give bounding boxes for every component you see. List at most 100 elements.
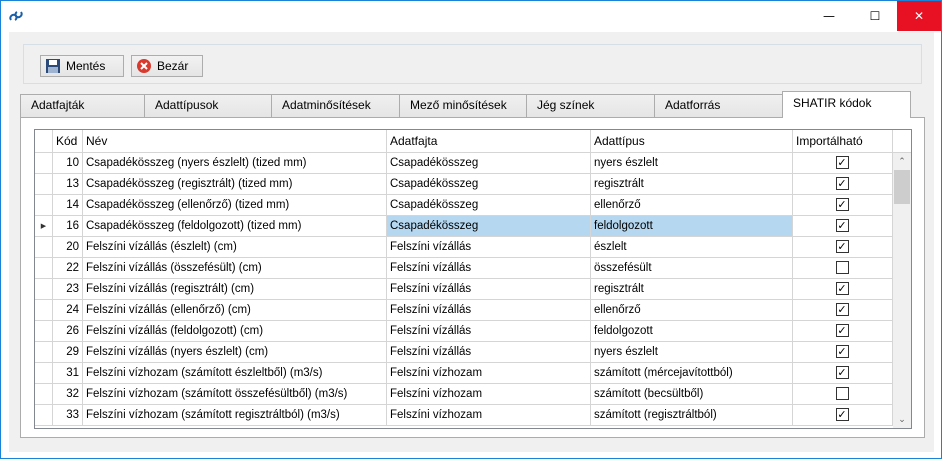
cell-nev[interactable]: Felszíni vízállás (észlelt) (cm) xyxy=(83,237,387,258)
cell-nev[interactable]: Felszíni vízállás (ellenőrző) (cm) xyxy=(83,300,387,321)
cell-adattipus[interactable]: számított (regisztráltból) xyxy=(591,405,793,426)
importalhato-checkbox[interactable] xyxy=(835,387,849,400)
tab-adatfajtak[interactable]: Adatfajták xyxy=(20,94,145,117)
cell-kod[interactable]: 14 xyxy=(53,195,83,216)
cell-adatfajta[interactable]: Csapadékösszeg xyxy=(387,174,591,195)
column-header-nev[interactable]: Név xyxy=(83,130,387,153)
table-row[interactable]: 31 Felszíni vízhozam (számított észleltbő… xyxy=(35,363,893,384)
cell-adatfajta[interactable]: Felszíni vízállás xyxy=(387,279,591,300)
importalhato-checkbox[interactable]: ✓ xyxy=(835,324,849,337)
cell-adatfajta[interactable]: Felszíni vízállás xyxy=(387,258,591,279)
cell-adattipus[interactable]: számított (becsültből) xyxy=(591,384,793,405)
tab-jeg-szinek[interactable]: Jég színek xyxy=(526,94,655,117)
row-header[interactable] xyxy=(35,342,53,363)
tab-adatminositesek[interactable]: Adatminősítések xyxy=(271,94,400,117)
cell-nev[interactable]: Csapadékösszeg (nyers észlelt) (tized mm… xyxy=(83,153,387,174)
cell-adatfajta[interactable]: Felszíni vízállás xyxy=(387,342,591,363)
table-row[interactable]: 33 Felszíni vízhozam (számított regisztrá… xyxy=(35,405,893,426)
row-header[interactable] xyxy=(35,363,53,384)
cell-adattipus[interactable]: észlelt xyxy=(591,237,793,258)
cell-adattipus[interactable]: ellenőrző xyxy=(591,195,793,216)
maximize-button[interactable]: ☐ xyxy=(852,1,898,31)
column-header-adattipus[interactable]: Adattípus xyxy=(591,130,793,153)
cell-adattipus[interactable]: nyers észlelt xyxy=(591,153,793,174)
cell-kod[interactable]: 24 xyxy=(53,300,83,321)
cell-adatfajta[interactable]: Csapadékösszeg xyxy=(387,195,591,216)
cell-kod[interactable]: 20 xyxy=(53,237,83,258)
table-row[interactable]: ▶ 16 Csapadékösszeg (feldolgozott) (tized … xyxy=(35,216,893,237)
importalhato-checkbox[interactable]: ✓ xyxy=(835,303,849,316)
cell-adatfajta[interactable]: Csapadékösszeg xyxy=(387,216,591,237)
importalhato-checkbox[interactable]: ✓ xyxy=(835,198,849,211)
table-row[interactable]: 26 Felszíni vízállás (feldolgozott) (cm) F… xyxy=(35,321,893,342)
importalhato-checkbox[interactable]: ✓ xyxy=(835,177,849,190)
cell-nev[interactable]: Felszíni vízállás (feldolgozott) (cm) xyxy=(83,321,387,342)
tab-shatir-kodok[interactable]: SHATIR kódok xyxy=(782,91,911,118)
vertical-scrollbar[interactable]: ⌃ ⌄ xyxy=(893,153,911,428)
column-header-kod[interactable]: Kód xyxy=(53,130,83,153)
cell-kod[interactable]: 22 xyxy=(53,258,83,279)
cell-kod[interactable]: 26 xyxy=(53,321,83,342)
importalhato-checkbox[interactable]: ✓ xyxy=(835,156,849,169)
cell-adatfajta[interactable]: Felszíni vízhozam xyxy=(387,363,591,384)
importalhato-checkbox[interactable]: ✓ xyxy=(835,408,849,421)
close-window-button[interactable]: ✕ xyxy=(897,1,941,31)
importalhato-checkbox[interactable]: ✓ xyxy=(835,366,849,379)
minimize-button[interactable]: — xyxy=(806,1,852,31)
cell-nev[interactable]: Csapadékösszeg (regisztrált) (tized mm) xyxy=(83,174,387,195)
table-row[interactable]: 20 Felszíni vízállás (észlelt) (cm) Felszí… xyxy=(35,237,893,258)
cell-adattipus[interactable]: feldolgozott xyxy=(591,321,793,342)
save-button[interactable]: Mentés xyxy=(40,55,124,77)
row-header[interactable] xyxy=(35,195,53,216)
cell-adattipus[interactable]: regisztrált xyxy=(591,174,793,195)
cell-kod[interactable]: 13 xyxy=(53,174,83,195)
cell-nev[interactable]: Felszíni vízállás (regisztrált) (cm) xyxy=(83,279,387,300)
row-header[interactable] xyxy=(35,321,53,342)
row-header[interactable] xyxy=(35,405,53,426)
tab-adatforras[interactable]: Adatforrás xyxy=(654,94,783,117)
cell-nev[interactable]: Csapadékösszeg (feldolgozott) (tized mm) xyxy=(83,216,387,237)
column-header-importalhato[interactable]: Importálható xyxy=(793,130,893,153)
cell-adattipus[interactable]: nyers észlelt xyxy=(591,342,793,363)
cell-nev[interactable]: Felszíni vízhozam (számított összefésült… xyxy=(83,384,387,405)
cell-adatfajta[interactable]: Csapadékösszeg xyxy=(387,153,591,174)
tab-mezo-minositesek[interactable]: Mező minősítések xyxy=(399,94,527,117)
table-row[interactable]: 13 Csapadékösszeg (regisztrált) (tized mm… xyxy=(35,174,893,195)
tab-adattipusok[interactable]: Adattípusok xyxy=(144,94,272,117)
importalhato-checkbox[interactable]: ✓ xyxy=(835,240,849,253)
cell-adattipus[interactable]: regisztrált xyxy=(591,279,793,300)
scrollbar-thumb[interactable] xyxy=(894,170,910,204)
cell-adattipus[interactable]: feldolgozott xyxy=(591,216,793,237)
column-header-adatfajta[interactable]: Adatfajta xyxy=(387,130,591,153)
row-header[interactable] xyxy=(35,237,53,258)
table-row[interactable]: 29 Felszíni vízállás (nyers észlelt) (cm)… xyxy=(35,342,893,363)
row-header[interactable] xyxy=(35,300,53,321)
cell-kod[interactable]: 32 xyxy=(53,384,83,405)
cell-kod[interactable]: 10 xyxy=(53,153,83,174)
cell-nev[interactable]: Csapadékösszeg (ellenőrző) (tized mm) xyxy=(83,195,387,216)
cell-adattipus[interactable]: számított (mércejavítottból) xyxy=(591,363,793,384)
table-row[interactable]: 10 Csapadékösszeg (nyers észlelt) (tized … xyxy=(35,153,893,174)
table-row[interactable]: 23 Felszíni vízállás (regisztrált) (cm) Fe… xyxy=(35,279,893,300)
row-header[interactable] xyxy=(35,174,53,195)
importalhato-checkbox[interactable]: ✓ xyxy=(835,345,849,358)
scroll-up-arrow-icon[interactable]: ⌃ xyxy=(893,153,911,170)
scroll-down-arrow-icon[interactable]: ⌄ xyxy=(893,411,911,428)
cell-kod[interactable]: 31 xyxy=(53,363,83,384)
importalhato-checkbox[interactable]: ✓ xyxy=(835,282,849,295)
cell-nev[interactable]: Felszíni vízhozam (számított észleltből)… xyxy=(83,363,387,384)
cell-adatfajta[interactable]: Felszíni vízállás xyxy=(387,237,591,258)
row-header[interactable] xyxy=(35,258,53,279)
cell-kod[interactable]: 16 xyxy=(53,216,83,237)
cell-adattipus[interactable]: ellenőrző xyxy=(591,300,793,321)
cell-adatfajta[interactable]: Felszíni vízállás xyxy=(387,321,591,342)
table-row[interactable]: 14 Csapadékösszeg (ellenőrző) (tized mm) C… xyxy=(35,195,893,216)
cell-adattipus[interactable]: összefésült xyxy=(591,258,793,279)
cell-kod[interactable]: 29 xyxy=(53,342,83,363)
table-row[interactable]: 24 Felszíni vízállás (ellenőrző) (cm) Fels… xyxy=(35,300,893,321)
importalhato-checkbox[interactable]: ✓ xyxy=(835,219,849,232)
row-header[interactable] xyxy=(35,279,53,300)
cell-adatfajta[interactable]: Felszíni vízállás xyxy=(387,300,591,321)
importalhato-checkbox[interactable] xyxy=(835,261,849,274)
cell-adatfajta[interactable]: Felszíni vízhozam xyxy=(387,384,591,405)
